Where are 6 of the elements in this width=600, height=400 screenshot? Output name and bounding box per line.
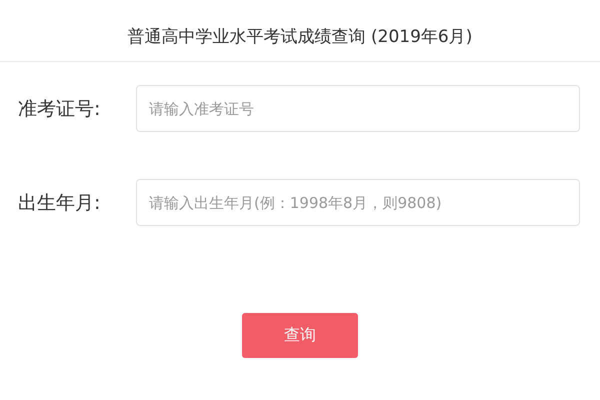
field-label: 出生年月: [18,190,102,216]
input-field[interactable]: 请输入出生年月(例：1998年8月，则9808) [136,179,580,226]
input-field[interactable]: 请输入准考证号 [136,85,580,132]
field-label: 准考证号: [18,96,102,122]
query-button[interactable]: 查询 [242,313,358,358]
page-title: 普通高中学业水平考试成绩查询 (2019年6月) [128,26,472,48]
